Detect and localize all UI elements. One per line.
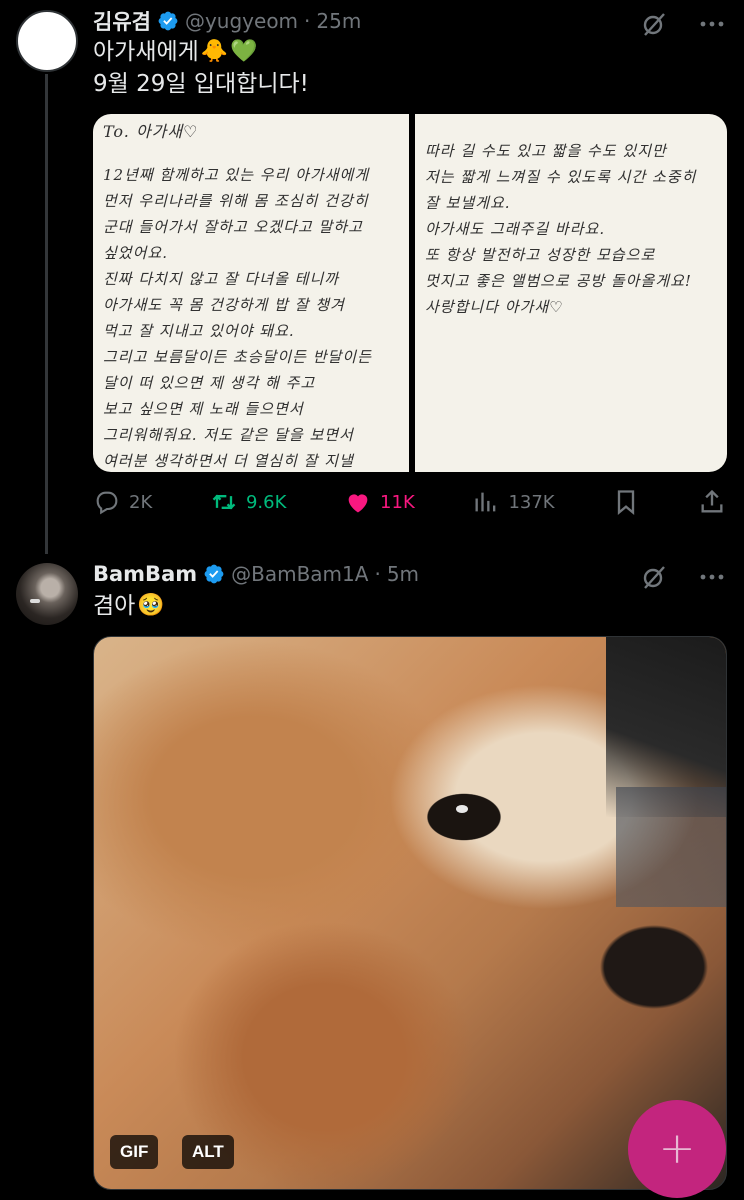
grok-icon[interactable] xyxy=(640,10,668,38)
letter-header: To. 아가새♡ xyxy=(103,122,199,141)
letter-line: 저는 짧게 느껴질 수 있도록 시간 소중히 xyxy=(425,168,697,186)
avatar[interactable] xyxy=(16,563,78,625)
letter-page-right[interactable]: 따라 길 수도 있고 짧을 수도 있지만 저는 짧게 느껴질 수 있도록 시간 … xyxy=(415,114,727,472)
letter-line: 달이 떠 있으면 제 생각 해 주고 xyxy=(103,374,316,392)
retweet-icon xyxy=(212,494,236,510)
letter-line: 먼저 우리나라를 위해 몸 조심히 건강히 xyxy=(103,192,369,210)
tweet-top-actions xyxy=(640,563,726,591)
verified-badge-icon xyxy=(158,11,178,31)
retweet-button[interactable]: 9.6K xyxy=(210,488,286,516)
dog-eye-highlight xyxy=(456,805,468,813)
letter-line: 진짜 다치지 않고 잘 다녀올 테니까 xyxy=(103,270,340,288)
verified-badge-icon xyxy=(204,564,224,584)
green-heart-emoji: 💚 xyxy=(230,39,258,64)
author-name[interactable]: 김유겸 xyxy=(93,6,151,36)
letter-page-left[interactable]: To. 아가새♡ 12년째 함께하고 있는 우리 아가새에게 먼저 우리나라를 … xyxy=(93,114,409,472)
gif-badge[interactable]: GIF xyxy=(110,1135,159,1169)
tweet-text-line-2: 9월 29일 입대합니다! xyxy=(93,71,309,97)
share-button[interactable] xyxy=(698,488,726,516)
tweet-text-line-1: 겸아 xyxy=(93,593,136,619)
tweet-header: 김유겸 @yugyeom · 25m xyxy=(93,6,361,36)
compose-post-button[interactable]: + xyxy=(628,1100,726,1198)
tweet-gif-media[interactable]: GIF ALT xyxy=(93,636,727,1190)
letter-line: 사랑합니다 아가새♡ xyxy=(425,298,564,316)
author-handle[interactable]: @yugyeom xyxy=(185,9,298,33)
letter-line: 여러분 생각하면서 더 열심히 잘 지낼 xyxy=(103,452,354,470)
retweet-count: 9.6K xyxy=(245,491,287,513)
more-options-icon[interactable] xyxy=(698,563,726,591)
pleading-face-emoji: 🥹 xyxy=(137,593,165,618)
timestamp[interactable]: 25m xyxy=(316,9,361,33)
tweet-text: 아가새에게 🐥 💚 9월 29일 입대합니다! xyxy=(93,36,309,100)
tweet-text: 겸아 🥹 xyxy=(93,590,165,622)
letter-line: 아가새도 꼭 몸 건강하게 밥 잘 챙겨 xyxy=(103,296,345,314)
tweet-media-grid[interactable]: To. 아가새♡ 12년째 함께하고 있는 우리 아가새에게 먼저 우리나라를 … xyxy=(93,114,727,472)
letter-line: 싶었어요. xyxy=(103,244,168,262)
separator-dot: · xyxy=(374,562,381,586)
bookmark-button[interactable] xyxy=(612,488,640,516)
letter-line: 또 항상 발전하고 성장한 모습으로 xyxy=(425,246,656,264)
grok-icon[interactable] xyxy=(640,563,668,591)
like-button[interactable]: 11K xyxy=(344,488,415,516)
alt-text-badge[interactable]: ALT xyxy=(182,1135,234,1169)
letter-line: 군대 들어가서 잘하고 오겠다고 말하고 xyxy=(103,218,363,236)
reply-button[interactable]: 2K xyxy=(93,488,152,516)
tweet-top-actions xyxy=(640,10,726,38)
timestamp[interactable]: 5m xyxy=(387,562,419,586)
letter-line: 그리고 보름달이든 초승달이든 반달이든 xyxy=(103,348,372,366)
letter-line: 그리워해줘요. 저도 같은 달을 보면서 xyxy=(103,426,354,444)
reply-count: 2K xyxy=(129,491,153,513)
gif-background-shade xyxy=(616,787,726,907)
tweet-text-line-1: 아가새에게 xyxy=(93,39,199,65)
letter-line: 먹고 잘 지내고 있어야 돼요. xyxy=(103,322,295,340)
more-options-icon[interactable] xyxy=(698,10,726,38)
author-name[interactable]: BamBam xyxy=(93,562,197,586)
thread-connector-line xyxy=(45,74,48,554)
views-button[interactable]: 137K xyxy=(472,488,555,516)
plus-icon: + xyxy=(658,1123,696,1174)
avatar[interactable] xyxy=(16,10,78,72)
views-chart-icon xyxy=(475,492,496,512)
letter-line: 멋지고 좋은 앨범으로 공방 돌아올게요! xyxy=(425,272,692,290)
separator-dot: · xyxy=(304,9,311,33)
author-handle[interactable]: @BamBam1A xyxy=(231,562,368,586)
tweet-header: BamBam @BamBam1A · 5m xyxy=(93,562,419,586)
tweet-action-bar: 2K 9.6K 11K 137K xyxy=(93,484,726,520)
letter-line: 따라 길 수도 있고 짧을 수도 있지만 xyxy=(425,142,667,160)
letter-line: 잘 보낼게요. xyxy=(425,194,511,212)
reply-icon xyxy=(96,491,118,515)
views-count: 137K xyxy=(508,491,555,513)
like-count: 11K xyxy=(380,491,415,513)
chick-emoji: 🐥 xyxy=(200,39,229,64)
letter-line: 12년째 함께하고 있는 우리 아가새에게 xyxy=(103,166,370,184)
share-icon xyxy=(701,489,723,513)
heart-filled-icon xyxy=(348,494,368,513)
bookmark-icon xyxy=(618,490,635,515)
letter-line: 보고 싶으면 제 노래 들으면서 xyxy=(103,400,304,418)
letter-line: 아가새도 그래주길 바라요. xyxy=(425,220,606,238)
